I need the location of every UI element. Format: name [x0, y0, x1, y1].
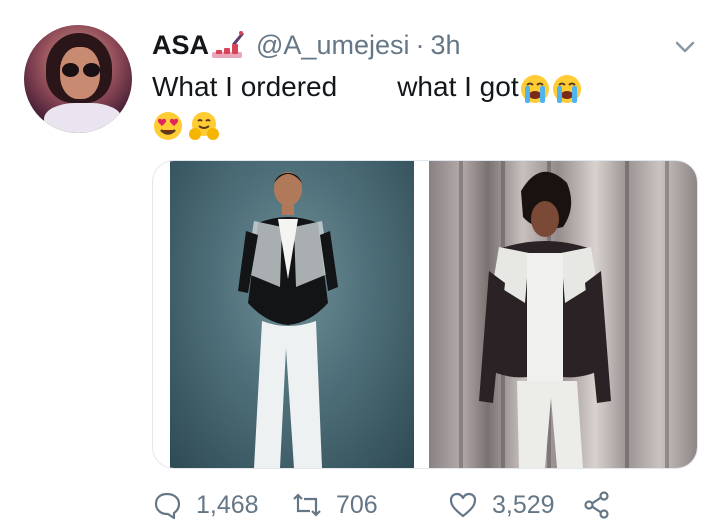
reply-button[interactable]: 1,468 [152, 490, 292, 520]
heart-eyes-emoji-icon [152, 110, 184, 142]
share-button[interactable] [582, 490, 626, 520]
tweet-text-left: What I ordered [152, 71, 338, 102]
author-name[interactable]: ASA [152, 30, 209, 61]
retweet-icon [293, 493, 321, 517]
hugging-face-emoji-icon [188, 110, 220, 142]
avatar-sunglasses [62, 63, 100, 77]
author-handle[interactable]: @A_umejesi [256, 30, 409, 61]
woman-in-blazer-figure [238, 172, 338, 468]
nail-polish-emoji-icon [210, 30, 246, 60]
like-count: 3,529 [492, 490, 555, 519]
reply-icon [154, 492, 181, 520]
tweet-text: What I ordered what I got [152, 70, 583, 105]
tweet-header: ASA @A_umejesi · 3h [152, 28, 461, 62]
heart-icon [449, 492, 477, 518]
tweet-media[interactable] [152, 160, 698, 469]
retweet-button[interactable]: 706 [292, 490, 448, 520]
right-photo[interactable] [429, 161, 697, 468]
avatar-shirt [44, 103, 122, 133]
tweet-emoji-line [152, 110, 220, 144]
person-in-blazer-figure [479, 171, 611, 468]
retweet-count: 706 [336, 490, 378, 519]
separator-dot: · [415, 29, 425, 60]
share-icon [584, 491, 609, 519]
avatar[interactable] [24, 25, 132, 133]
tweet-text-right: what I got [397, 71, 519, 102]
chevron-down-icon[interactable] [674, 36, 696, 58]
reply-count: 1,468 [196, 490, 259, 519]
like-button[interactable]: 3,529 [448, 490, 582, 520]
crying-face-emoji-icon [551, 73, 583, 105]
crying-face-emoji-icon [519, 73, 551, 105]
left-photo[interactable] [170, 161, 414, 468]
tweet-actions: 1,468 706 3,529 [152, 487, 626, 523]
tweet-timestamp[interactable]: 3h [431, 30, 461, 61]
